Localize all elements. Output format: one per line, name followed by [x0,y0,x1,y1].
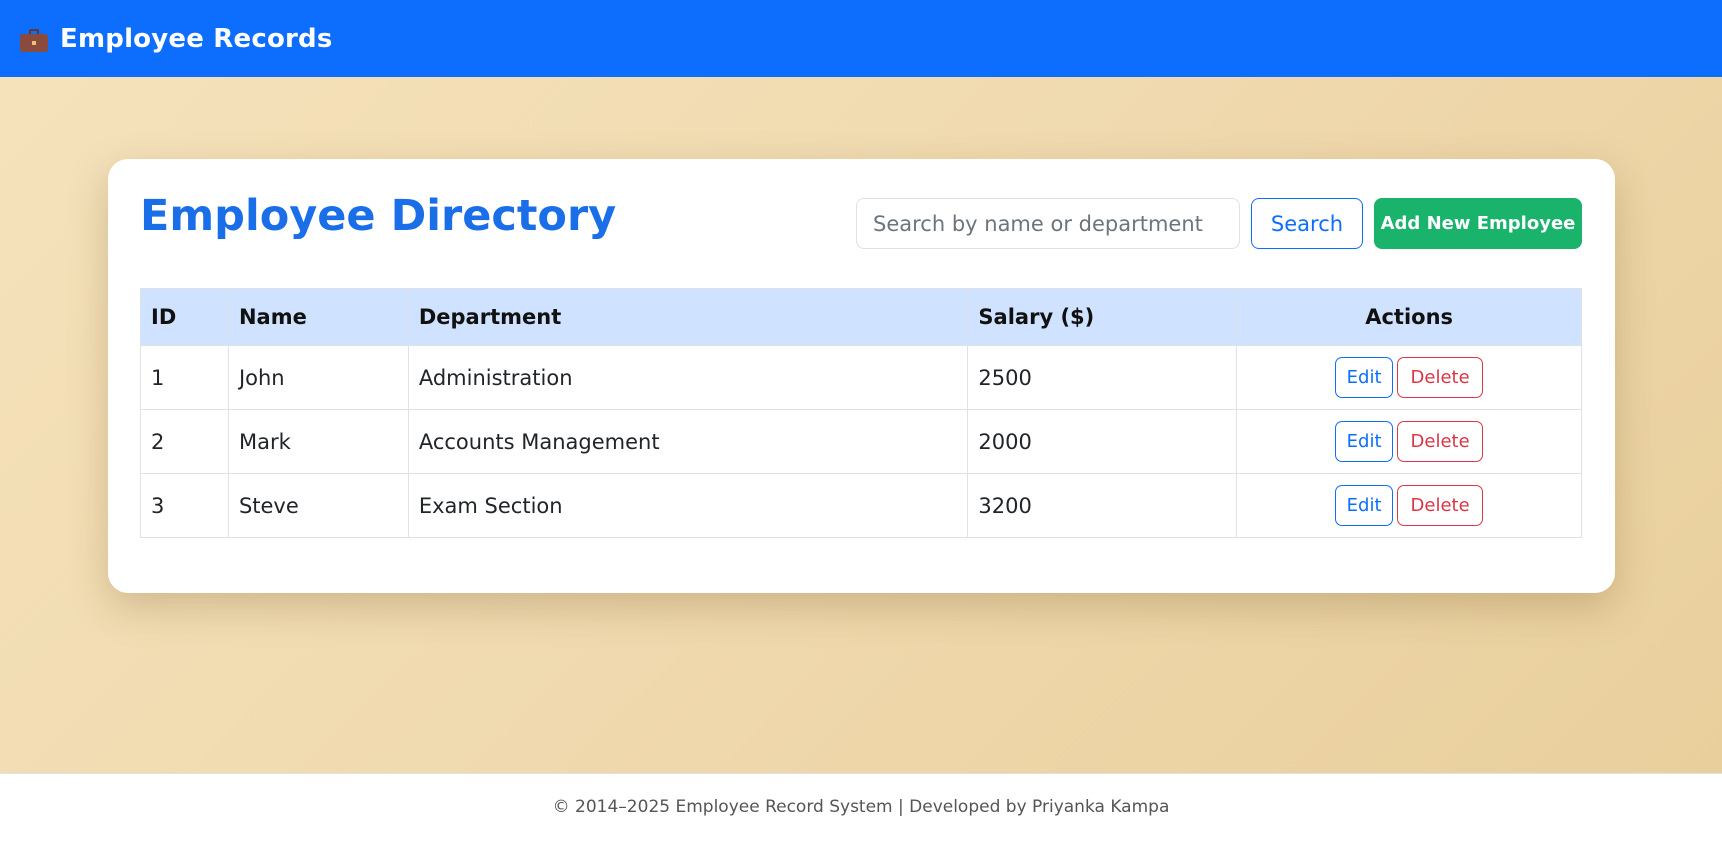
cell-name: John [227,345,409,410]
search-input[interactable] [856,198,1240,249]
delete-button[interactable]: Delete [1397,357,1484,398]
add-employee-button[interactable]: Add New Employee [1374,198,1582,249]
cell-name: Steve [227,473,409,538]
navbar: Employee Records [0,0,1722,77]
page-title: Employee Directory [140,191,617,241]
header-department: Department [407,288,969,346]
cell-salary: 2000 [967,409,1238,474]
table-row: 1 John Administration 2500 Edit Delete [140,345,1582,410]
cell-department: Accounts Management [407,409,969,474]
edit-button[interactable]: Edit [1335,357,1394,398]
cell-actions: Edit Delete [1236,473,1582,538]
cell-salary: 2500 [967,345,1238,410]
delete-button[interactable]: Delete [1397,485,1484,526]
header-id: ID [140,288,229,346]
cell-actions: Edit Delete [1236,345,1582,410]
briefcase-icon [20,28,48,52]
table-row: 2 Mark Accounts Management 2000 Edit Dele… [140,409,1582,474]
header-actions: Actions [1236,288,1582,346]
cell-salary: 3200 [967,473,1238,538]
search-button[interactable]: Search [1251,198,1363,249]
table-header-row: ID Name Department Salary ($) Actions [140,288,1582,346]
delete-button[interactable]: Delete [1397,421,1484,462]
edit-button[interactable]: Edit [1335,421,1394,462]
cell-department: Exam Section [407,473,969,538]
cell-id: 3 [140,473,229,538]
cell-id: 2 [140,409,229,474]
directory-card: Employee Directory Search Add New Employ… [108,159,1615,593]
footer-text: © 2014–2025 Employee Record System | Dev… [552,797,1170,817]
header-salary: Salary ($) [967,288,1238,346]
footer: © 2014–2025 Employee Record System | Dev… [0,773,1722,848]
cell-actions: Edit Delete [1236,409,1582,474]
cell-department: Administration [407,345,969,410]
cell-id: 1 [140,345,229,410]
header-name: Name [227,288,409,346]
employee-table: ID Name Department Salary ($) Actions 1 … [140,288,1582,538]
table-row: 3 Steve Exam Section 3200 Edit Delete [140,473,1582,538]
cell-name: Mark [227,409,409,474]
brand-title[interactable]: Employee Records [60,24,333,54]
edit-button[interactable]: Edit [1335,485,1394,526]
